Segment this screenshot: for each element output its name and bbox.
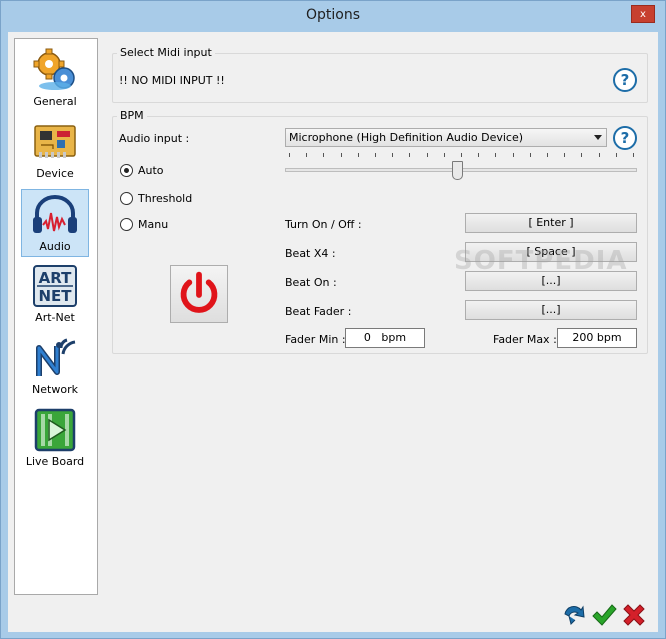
slider-tick [512, 153, 514, 157]
sidebar-item-audio[interactable]: Audio [21, 189, 89, 257]
circuit-board-icon [34, 125, 76, 158]
slider-tick [392, 153, 394, 157]
bpm-group-title: BPM [117, 109, 147, 122]
midi-input-group: Select Midi input !! NO MIDI INPUT !! ? [112, 46, 648, 103]
sidebar-item-device[interactable]: Device [21, 117, 89, 185]
radio-auto-label: Auto [138, 164, 164, 177]
radio-threshold-label: Threshold [138, 192, 193, 205]
artnet-logo-top: ART [39, 269, 72, 287]
slider-tick [357, 153, 359, 157]
slider-tick [495, 153, 497, 157]
sidebar-item-label: Device [36, 167, 74, 180]
sensitivity-slider[interactable] [285, 153, 637, 183]
shortcut-label-beat-fader: Beat Fader : [285, 305, 352, 318]
radio-manu-label: Manu [138, 218, 169, 231]
slider-tick [547, 153, 548, 157]
close-button[interactable]: x [631, 5, 655, 23]
radio-threshold[interactable] [120, 192, 133, 205]
sidebar-item-label: General [33, 95, 77, 108]
artnet-logo-bottom: NET [38, 287, 72, 305]
slider-tick [443, 153, 445, 157]
slider-tick [633, 153, 634, 157]
sidebar-item-artnet[interactable]: ART NET Art-Net [21, 261, 89, 329]
sidebar-item-label: Audio [39, 240, 71, 253]
slider-tick [564, 153, 566, 157]
slider-tick [340, 153, 342, 157]
gears-icon [33, 48, 75, 90]
options-sidebar: General Device Audio ART NET Art-Net Net… [14, 38, 98, 595]
slider-tick [581, 153, 583, 157]
softpedia-watermark: SOFTPEDIA [454, 246, 628, 276]
sidebar-item-label: Art-Net [35, 311, 75, 324]
slider-tick [529, 153, 531, 157]
radio-auto[interactable] [120, 164, 133, 177]
midi-help-icon[interactable]: ? [613, 68, 637, 92]
slider-tick [409, 153, 411, 157]
cross-icon[interactable] [621, 602, 647, 628]
fader-min-label: Fader Min : [285, 333, 346, 346]
play-board-icon [34, 408, 76, 452]
shortcut-button-turn-on-off[interactable]: [ Enter ] [465, 213, 637, 233]
fader-min-field[interactable]: 0 bpm [345, 328, 425, 348]
sidebar-item-label: Network [32, 383, 78, 396]
power-icon [180, 271, 218, 313]
fader-max-label: Fader Max : [493, 333, 557, 346]
audio-input-select[interactable]: Microphone (High Definition Audio Device… [285, 128, 607, 147]
bpm-group: BPM Audio input : Microphone (High Defin… [112, 109, 648, 354]
power-toggle-button[interactable] [170, 265, 228, 323]
sidebar-item-network[interactable]: Network [21, 333, 89, 401]
slider-tick [478, 153, 480, 157]
shortcut-label-beat-on: Beat On : [285, 276, 337, 289]
fader-max-field[interactable]: 200 bpm [557, 328, 637, 348]
slider-tick [289, 153, 290, 157]
slider-tick [306, 153, 308, 157]
radio-manu[interactable] [120, 218, 133, 231]
chevron-down-icon [594, 135, 602, 140]
slider-tick [615, 153, 617, 157]
options-window: Options x General Device Audio ART NET A… [0, 0, 666, 639]
client-area: General Device Audio ART NET Art-Net Net… [8, 32, 658, 632]
slider-tick [426, 153, 428, 157]
shortcut-button-beat-fader[interactable]: [...] [465, 300, 637, 320]
sidebar-item-live-board[interactable]: Live Board [21, 405, 89, 473]
slider-thumb[interactable] [452, 161, 464, 180]
midi-group-title: Select Midi input [117, 46, 215, 59]
slider-tick [461, 153, 462, 157]
network-signal-icon [36, 338, 76, 376]
audio-input-label: Audio input : [119, 132, 190, 145]
shortcut-label-turn-on-off: Turn On / Off : [285, 218, 362, 231]
slider-tick [598, 153, 600, 157]
sidebar-item-label: Live Board [25, 455, 85, 468]
title-bar[interactable]: Options x [1, 1, 665, 32]
slider-tick [323, 153, 325, 157]
shortcut-label-beat-x4: Beat X4 : [285, 247, 336, 260]
sidebar-item-general[interactable]: General [21, 45, 89, 113]
slider-tick [375, 153, 376, 157]
midi-status-text: !! NO MIDI INPUT !! [119, 74, 225, 87]
audio-input-value: Microphone (High Definition Audio Device… [289, 131, 524, 144]
bpm-help-icon[interactable]: ? [613, 126, 637, 150]
artnet-logo-icon: ART NET [33, 265, 77, 307]
headphones-icon [33, 195, 77, 233]
window-title: Options [305, 7, 361, 23]
checkmark-icon[interactable] [591, 602, 617, 628]
back-arrow-icon[interactable] [561, 602, 587, 628]
